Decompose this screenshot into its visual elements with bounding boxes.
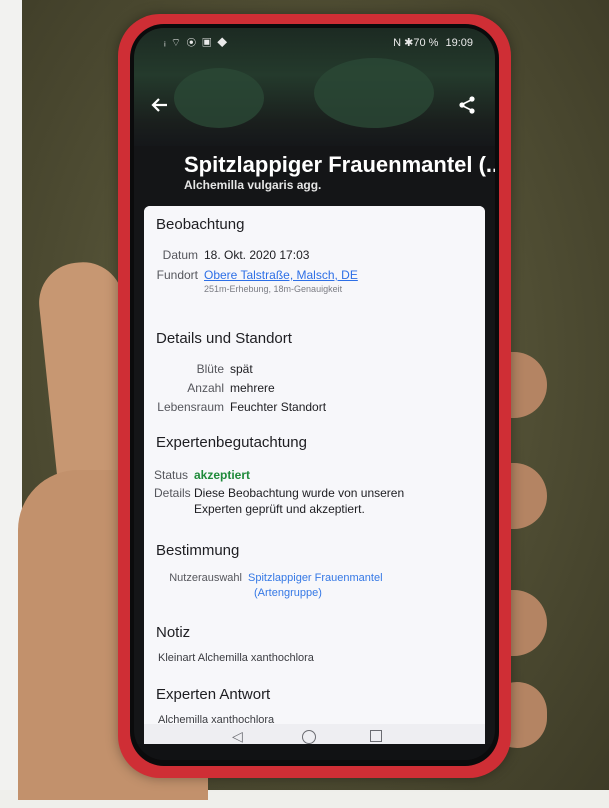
status-badge: akzeptiert: [194, 468, 251, 482]
detail-row: Lebensraum Feuchter Standort: [150, 400, 326, 414]
section-note: Notiz Kleinart Alchemilla xanthochlora: [144, 614, 485, 677]
status-bar: ᵢ ⌔ ◉ ▣ ◆ N ✱70 % 19:09: [134, 28, 495, 54]
detail-value: spät: [230, 362, 253, 376]
user-choice-link[interactable]: Spitzlappiger Frauenmantel: [248, 572, 383, 584]
detail-label: Blüte: [196, 362, 224, 376]
detail-label: Anzahl: [187, 381, 224, 395]
section-title: Notiz: [156, 624, 191, 641]
detail-row: Anzahl mehrere: [150, 381, 275, 395]
screen-bottom-edge: [134, 744, 495, 760]
section-title: Expertenbegutachtung: [156, 434, 307, 451]
back-button[interactable]: [146, 94, 174, 122]
user-choice-label: Nutzerauswahl: [169, 572, 242, 584]
status-battery-text: N ✱70 %: [393, 37, 439, 49]
section-beobachtung: Beobachtung Datum 18. Okt. 2020 17:03 Fun…: [144, 206, 485, 321]
section-title: Experten Antwort: [156, 686, 271, 703]
triangle-back-icon[interactable]: ◁: [232, 728, 243, 745]
section-title: Bestimmung: [156, 542, 240, 559]
detail-row: Blüte spät: [150, 362, 253, 376]
note-text: Kleinart Alchemilla xanthochlora: [158, 652, 314, 664]
phone-screen: ᵢ ⌔ ◉ ▣ ◆ N ✱70 % 19:09 Spitzlappiger Fr…: [134, 28, 495, 760]
location-meta: 251m-Erhebung, 18m-Genauigkeit: [204, 284, 343, 294]
section-expert-review: Expertenbegutachtung Status akzeptiert De…: [144, 424, 485, 533]
species-title: Spitzlappiger Frauenmantel (...: [184, 152, 495, 177]
status-time: 19:09: [445, 37, 473, 49]
location-link[interactable]: Obere Talstraße, Malsch, DE: [204, 268, 358, 282]
detail-value: mehrere: [230, 381, 275, 395]
location-label: Fundort: [156, 268, 198, 282]
section-identification: Bestimmung Nutzerauswahl Spitzlappiger Fr…: [144, 532, 485, 615]
details-row: Details Diese Beobachtung wurde von unser…: [154, 486, 404, 500]
status-label: Status: [154, 468, 189, 482]
share-icon: [459, 96, 475, 114]
location-row: Fundort Obere Talstraße, Malsch, DE: [150, 268, 358, 282]
section-details: Details und Standort Blüte spät Anzahl meh…: [144, 320, 485, 425]
arrow-left-icon: [151, 98, 167, 112]
share-button[interactable]: [453, 94, 481, 122]
section-title: Beobachtung: [156, 216, 245, 233]
species-scientific-name: Alchemilla vulgaris agg.: [184, 178, 322, 192]
detail-content[interactable]: Beobachtung Datum 18. Okt. 2020 17:03 Fun…: [144, 206, 485, 744]
square-recent-icon[interactable]: [370, 730, 382, 742]
status-icons-left: ᵢ ⌔ ◉ ▣ ◆: [164, 37, 229, 49]
date-label: Datum: [162, 248, 198, 262]
date-row: Datum 18. Okt. 2020 17:03: [156, 248, 310, 262]
phone-case: ᵢ ⌔ ◉ ▣ ◆ N ✱70 % 19:09 Spitzlappiger Fr…: [118, 14, 511, 778]
status-row: Status akzeptiert: [154, 468, 250, 482]
user-choice-link-line2[interactable]: (Artengruppe): [254, 587, 322, 599]
status-right: N ✱70 % 19:09: [393, 36, 473, 49]
date-value: 18. Okt. 2020 17:03: [204, 248, 310, 262]
detail-value: Feuchter Standort: [230, 400, 327, 414]
section-title: Details und Standort: [156, 330, 292, 347]
phone-bezel: ᵢ ⌔ ◉ ▣ ◆ N ✱70 % 19:09 Spitzlappiger Fr…: [130, 24, 499, 766]
leaf-shape: [174, 68, 264, 128]
user-choice-row: Nutzerauswahl Spitzlappiger Frauenmantel: [154, 572, 383, 584]
details-text-line1: Diese Beobachtung wurde von unseren: [194, 486, 405, 500]
details-label: Details: [154, 486, 191, 500]
details-text-line2: Experten geprüft und akzeptiert.: [194, 502, 365, 516]
leaf-shape: [314, 58, 434, 128]
circle-home-icon[interactable]: [302, 730, 316, 744]
detail-label: Lebensraum: [157, 400, 224, 414]
